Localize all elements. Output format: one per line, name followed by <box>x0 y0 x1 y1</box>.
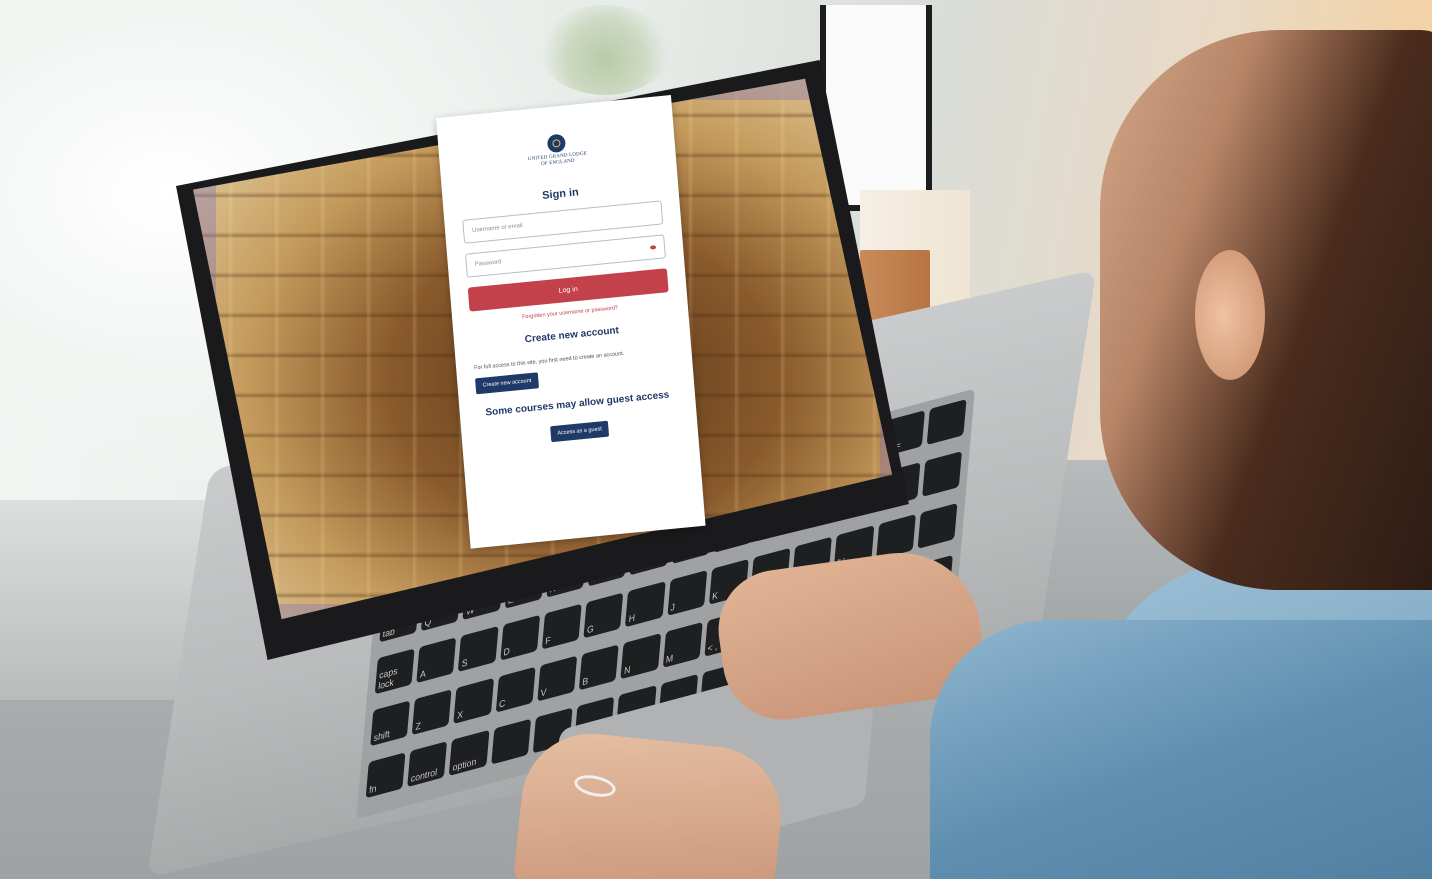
forgot-password-link[interactable]: Forgotten your username or password? <box>522 305 618 320</box>
keyboard-key[interactable]: A <box>416 637 457 684</box>
keyboard-key[interactable]: shift <box>370 700 411 747</box>
denim-sleeve <box>930 620 1432 879</box>
keyboard-key[interactable]: H <box>625 581 666 628</box>
keyboard-key[interactable]: V <box>537 655 578 702</box>
person-head <box>1100 30 1432 590</box>
keyboard-key[interactable]: option <box>449 729 490 776</box>
photo-scene: ! 1@ 2# 3$ 4% 5^ 6& 7* 8( 9) 0_ -+ =tabQ… <box>0 0 1432 879</box>
password-placeholder: Password <box>474 259 502 268</box>
keyboard-key[interactable]: N <box>620 633 661 680</box>
login-card: UNITED GRAND LODGE OF ENGLAND Sign in Us… <box>436 94 706 549</box>
keyboard-key[interactable]: J <box>666 570 707 617</box>
keyboard-key[interactable]: F <box>541 603 582 650</box>
create-account-heading: Create new account <box>524 325 620 346</box>
keyboard-key[interactable]: control <box>407 741 448 788</box>
keyboard-key[interactable]: caps lock <box>374 648 415 695</box>
login-card-perspective: UNITED GRAND LODGE OF ENGLAND Sign in Us… <box>436 91 750 557</box>
keyboard-key[interactable]: C <box>495 666 536 713</box>
keyboard-key[interactable] <box>490 718 531 765</box>
create-account-text: For full access to this site, you first … <box>473 350 625 372</box>
guest-access-button[interactable]: Access as a guest <box>549 420 610 443</box>
keyboard-key[interactable]: S <box>458 626 499 672</box>
keyboard-key[interactable]: Z <box>411 689 452 736</box>
username-placeholder: Username or email <box>471 223 523 234</box>
guest-access-heading: Some courses may allow guest access <box>485 389 670 419</box>
person-ear <box>1195 250 1265 380</box>
keyboard-key[interactable]: B <box>578 644 619 691</box>
org-name: UNITED GRAND LODGE OF ENGLAND <box>528 151 588 169</box>
keyboard-key[interactable]: D <box>499 614 541 661</box>
keyboard-key[interactable]: G <box>583 592 624 639</box>
plant <box>540 5 670 95</box>
show-password-icon[interactable] <box>649 245 657 250</box>
lodge-logo-icon <box>546 133 567 154</box>
create-account-button[interactable]: Create new account <box>475 372 539 395</box>
keyboard-key[interactable]: fn <box>365 752 406 799</box>
sign-in-title: Sign in <box>541 186 580 202</box>
keyboard-key[interactable] <box>917 503 958 549</box>
keyboard-key[interactable]: M <box>662 622 703 669</box>
keyboard-key[interactable]: X <box>453 677 494 724</box>
keyboard-key[interactable] <box>926 399 967 446</box>
keyboard-key[interactable] <box>921 451 962 498</box>
